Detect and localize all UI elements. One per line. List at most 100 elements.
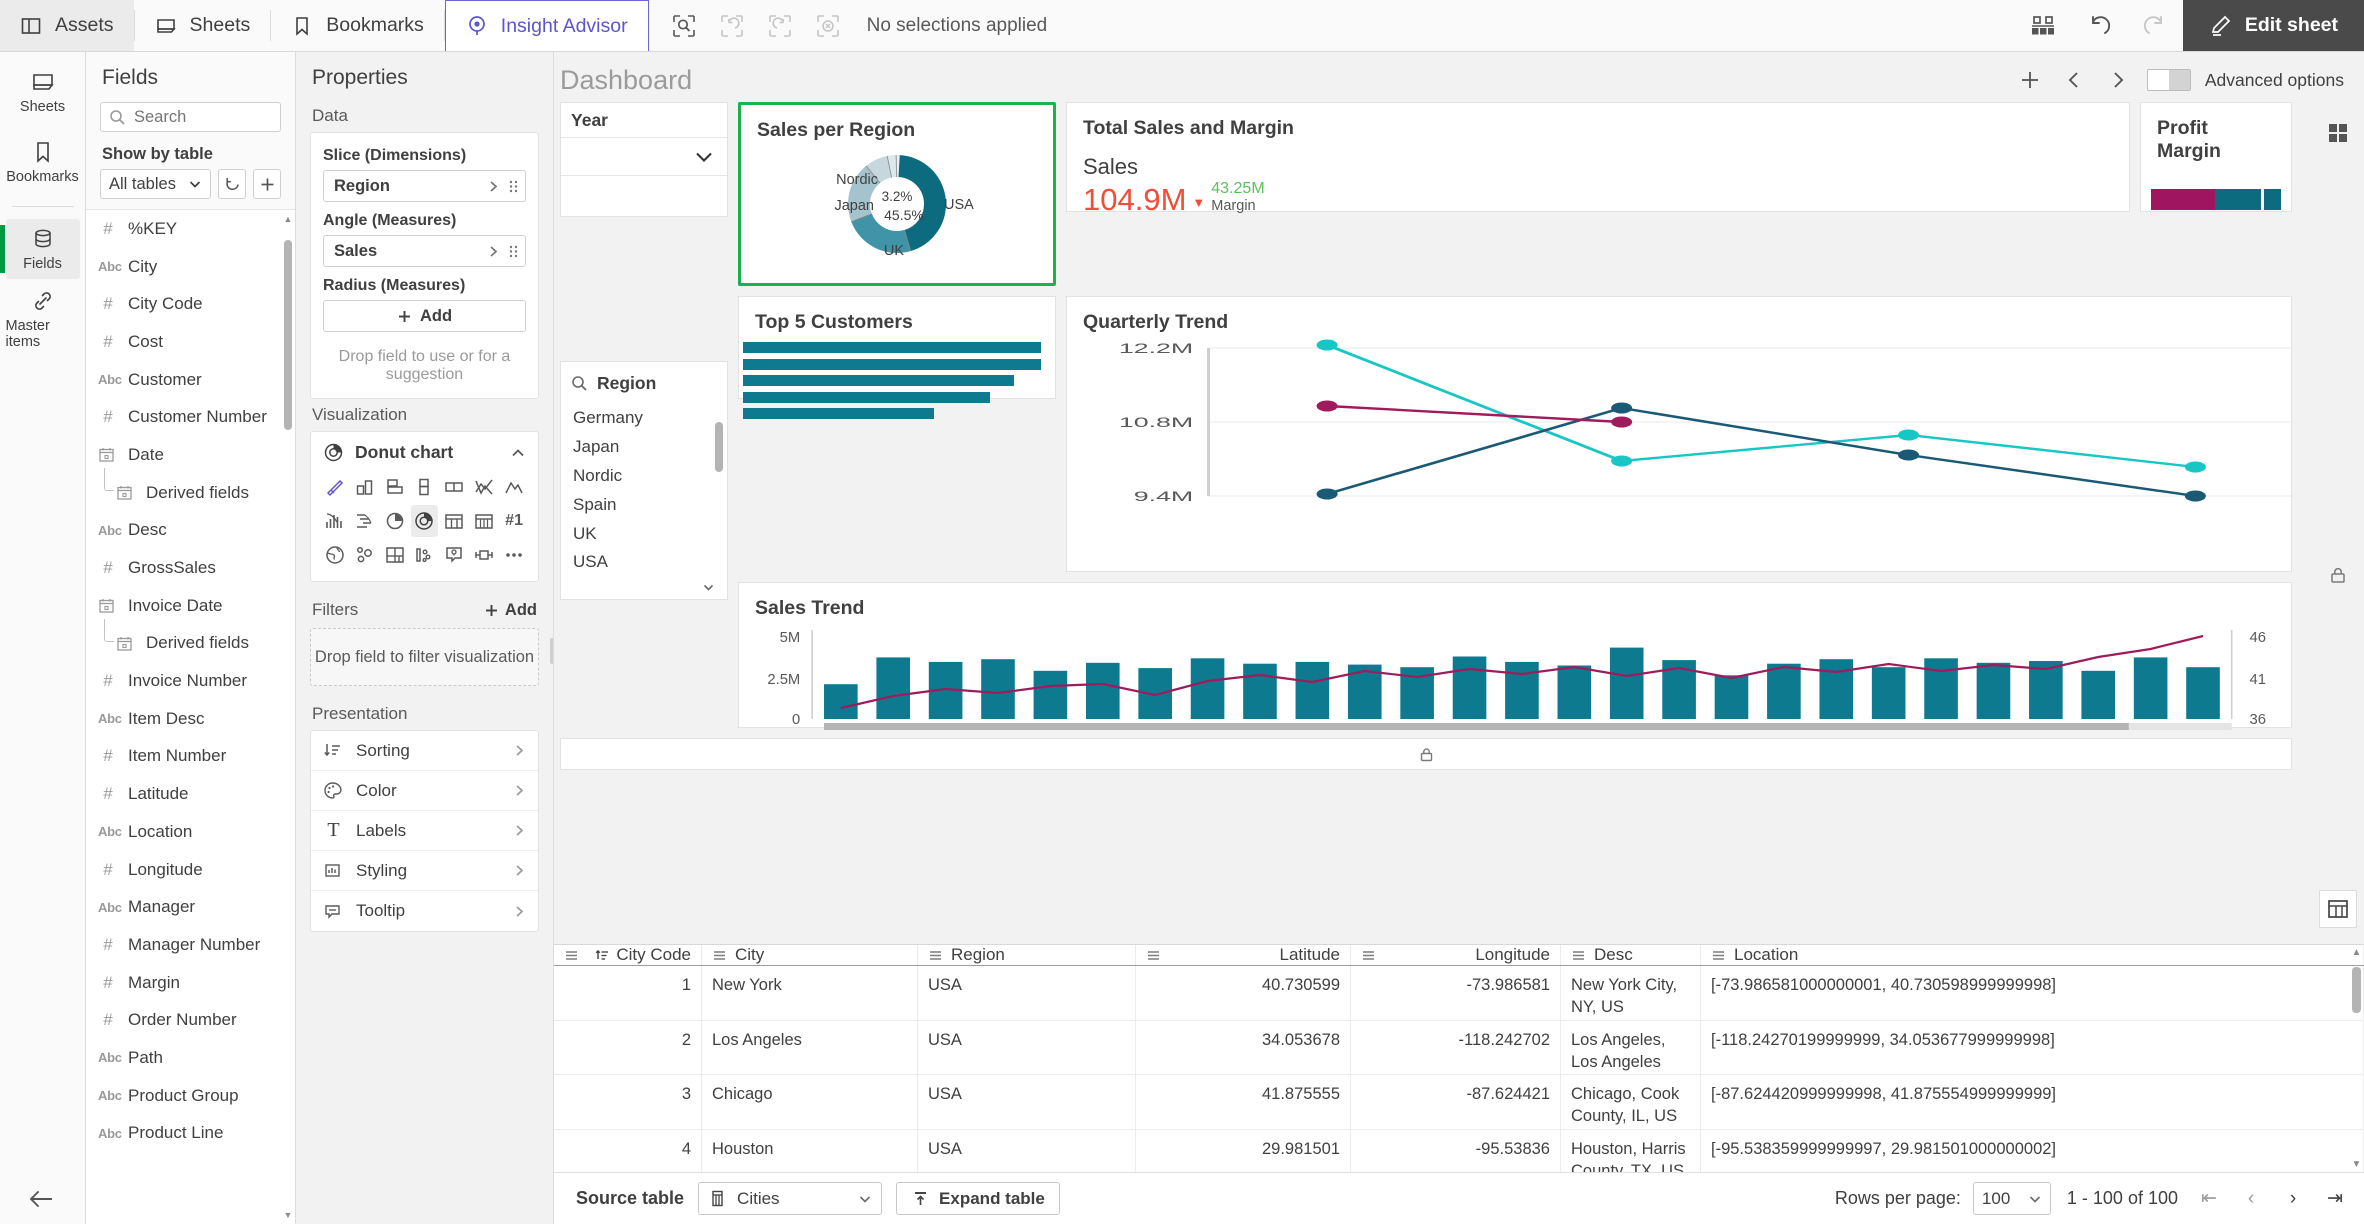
scroll-down-arrow[interactable]: ▼	[283, 1210, 293, 1220]
filter-pane-region[interactable]: Region Germany Japan Nordic Spain UK USA	[560, 361, 728, 600]
table-cell[interactable]: 40.730599	[1136, 966, 1351, 1020]
stacked-bar-icon[interactable]	[411, 471, 439, 503]
field-list-item[interactable]: Derived fields	[86, 618, 295, 663]
field-list-item[interactable]: Date	[86, 436, 295, 474]
table-column-header[interactable]: City	[702, 945, 918, 965]
field-list-item[interactable]: # %KEY	[86, 210, 295, 248]
field-list-item[interactable]: # Customer Number	[86, 398, 295, 436]
table-cell[interactable]: [-118.24270199999999, 34.053677999999998…	[1701, 1020, 2364, 1074]
sheet-overview-icon[interactable]	[2015, 0, 2071, 51]
source-table-select[interactable]: Cities	[698, 1182, 883, 1215]
drag-handle-icon[interactable]	[508, 244, 519, 259]
table-column-header[interactable]: Desc	[1561, 945, 1701, 965]
presentation-row-tooltip[interactable]: Tooltip	[311, 891, 538, 931]
add-filter-button[interactable]: Add	[484, 601, 537, 620]
chart-type-header[interactable]: Donut chart	[321, 440, 528, 471]
field-list-item[interactable]: # Item Number	[86, 738, 295, 776]
top5-bar[interactable]	[743, 408, 934, 419]
profit-margin-object[interactable]: Profit Margin	[2140, 102, 2292, 212]
region-list-scrollbar[interactable]	[714, 406, 724, 575]
tab-bookmarks[interactable]: Bookmarks	[271, 0, 444, 51]
field-list-item[interactable]: Abc Manager	[86, 888, 295, 926]
region-list-item[interactable]: Nordic	[561, 462, 727, 491]
field-list-item[interactable]: Abc Customer	[86, 361, 295, 399]
column-menu-icon[interactable]	[928, 948, 943, 963]
column-menu-icon[interactable]	[1361, 948, 1376, 963]
table-row[interactable]: 4 Houston USA 29.981501 -95.53836 Houston, Ha…	[554, 1129, 2364, 1172]
field-list-item[interactable]: Abc Item Desc	[86, 700, 295, 738]
scroll-thumb[interactable]	[284, 240, 292, 430]
top5-bar[interactable]	[743, 358, 1041, 370]
table-cell[interactable]: -118.242702	[1351, 1020, 1561, 1074]
expand-table-button[interactable]: Expand table	[896, 1182, 1060, 1215]
table-cell[interactable]: -87.624421	[1351, 1075, 1561, 1129]
pivot-table-icon[interactable]	[470, 505, 498, 537]
table-cell[interactable]: Chicago, Cook County, IL, US	[1561, 1075, 1701, 1129]
presentation-row-labels[interactable]: T Labels	[311, 811, 538, 851]
table-column-header[interactable]: City Code	[554, 945, 702, 965]
chevron-right-icon[interactable]	[487, 180, 500, 193]
search-box[interactable]	[100, 102, 281, 132]
field-list-item[interactable]: # GrossSales	[86, 549, 295, 587]
donut-chart-icon[interactable]	[410, 505, 439, 537]
chevron-right-icon[interactable]	[487, 245, 500, 258]
lock-icon[interactable]	[2319, 556, 2357, 594]
table-cell[interactable]: 4	[554, 1129, 702, 1172]
column-menu-icon[interactable]	[564, 948, 579, 963]
column-menu-icon[interactable]	[1571, 948, 1586, 963]
table-cell[interactable]: USA	[918, 1075, 1136, 1129]
region-list-item[interactable]: USA	[561, 548, 727, 577]
table-cell[interactable]: 1	[554, 966, 702, 1020]
table-cell[interactable]: Chicago	[702, 1075, 918, 1129]
sidebar-item-bookmarks[interactable]: Bookmarks	[6, 132, 80, 192]
field-list-item[interactable]: # Longitude	[86, 851, 295, 889]
bar-chart-icon[interactable]	[351, 471, 379, 503]
angle-measure-field[interactable]: Sales	[323, 235, 526, 267]
table-cell[interactable]: USA	[918, 966, 1136, 1020]
text-image-icon[interactable]	[440, 539, 468, 571]
collapse-left-icon[interactable]	[26, 1188, 56, 1210]
field-list[interactable]: # %KEY Abc City # City Code # Cost Abc Customer # C…	[86, 209, 295, 1224]
donut-chart-canvas[interactable]: Nordic Japan UK USA 3.2% 45.5%	[741, 142, 1053, 262]
region-list-item[interactable]: Spain	[561, 490, 727, 519]
assets-panel-icon[interactable]	[2319, 114, 2357, 152]
table-cell[interactable]: Houston, Harris County, TX, US	[1561, 1129, 1701, 1172]
refresh-icon[interactable]	[218, 169, 246, 199]
table-cell[interactable]: 34.053678	[1136, 1020, 1351, 1074]
histogram-icon[interactable]	[321, 505, 349, 537]
chevron-up-icon[interactable]	[510, 445, 526, 461]
smart-search-icon[interactable]	[667, 9, 701, 43]
table-cell[interactable]: 2	[554, 1020, 702, 1074]
waterfall-chart-icon[interactable]	[351, 505, 379, 537]
edit-sheet-button[interactable]: Edit sheet	[2182, 0, 2364, 51]
kpi-object-total-sales-margin[interactable]: Total Sales and Margin Sales 104.9M ▼ 43…	[1066, 102, 2130, 216]
add-radius-measure-button[interactable]: Add	[323, 300, 526, 332]
table-view-icon[interactable]	[2319, 890, 2357, 928]
field-list-item[interactable]: Abc Path	[86, 1039, 295, 1077]
box-layout-icon[interactable]	[440, 471, 468, 503]
field-list-item[interactable]: # Manager Number	[86, 926, 295, 964]
auto-chart-icon[interactable]	[321, 471, 349, 503]
pie-chart-icon[interactable]	[381, 505, 409, 537]
table-cell[interactable]: Houston	[702, 1129, 918, 1172]
tab-assets[interactable]: Assets	[0, 0, 134, 51]
field-list-item[interactable]: Abc City	[86, 248, 295, 286]
chevron-right-icon[interactable]	[2103, 65, 2133, 95]
table-cell[interactable]: -95.53836	[1351, 1129, 1561, 1172]
table-column-header[interactable]: Longitude	[1351, 945, 1561, 965]
tab-insight-advisor[interactable]: Insight Advisor	[444, 0, 649, 51]
field-list-item[interactable]: # Latitude	[86, 775, 295, 813]
table-row[interactable]: 3 Chicago USA 41.875555 -87.624421 Chicago, C…	[554, 1075, 2364, 1130]
top5-bar[interactable]	[743, 342, 1041, 353]
table-cell[interactable]: 29.981501	[1136, 1129, 1351, 1172]
tab-sheets[interactable]: Sheets	[135, 0, 271, 51]
rows-per-page-select[interactable]: 100	[1972, 1182, 2051, 1215]
table-cell[interactable]: 41.875555	[1136, 1075, 1351, 1129]
line-chart-icon[interactable]	[500, 471, 528, 503]
chevron-left-icon[interactable]	[2059, 65, 2089, 95]
search-input[interactable]	[134, 107, 272, 127]
combo-chart-icon[interactable]	[470, 471, 498, 503]
table-cell[interactable]: [-87.624420999999998, 41.875554999999999…	[1701, 1075, 2364, 1129]
box-plot-icon[interactable]	[470, 539, 498, 571]
distribution-plot-icon[interactable]	[411, 539, 439, 571]
